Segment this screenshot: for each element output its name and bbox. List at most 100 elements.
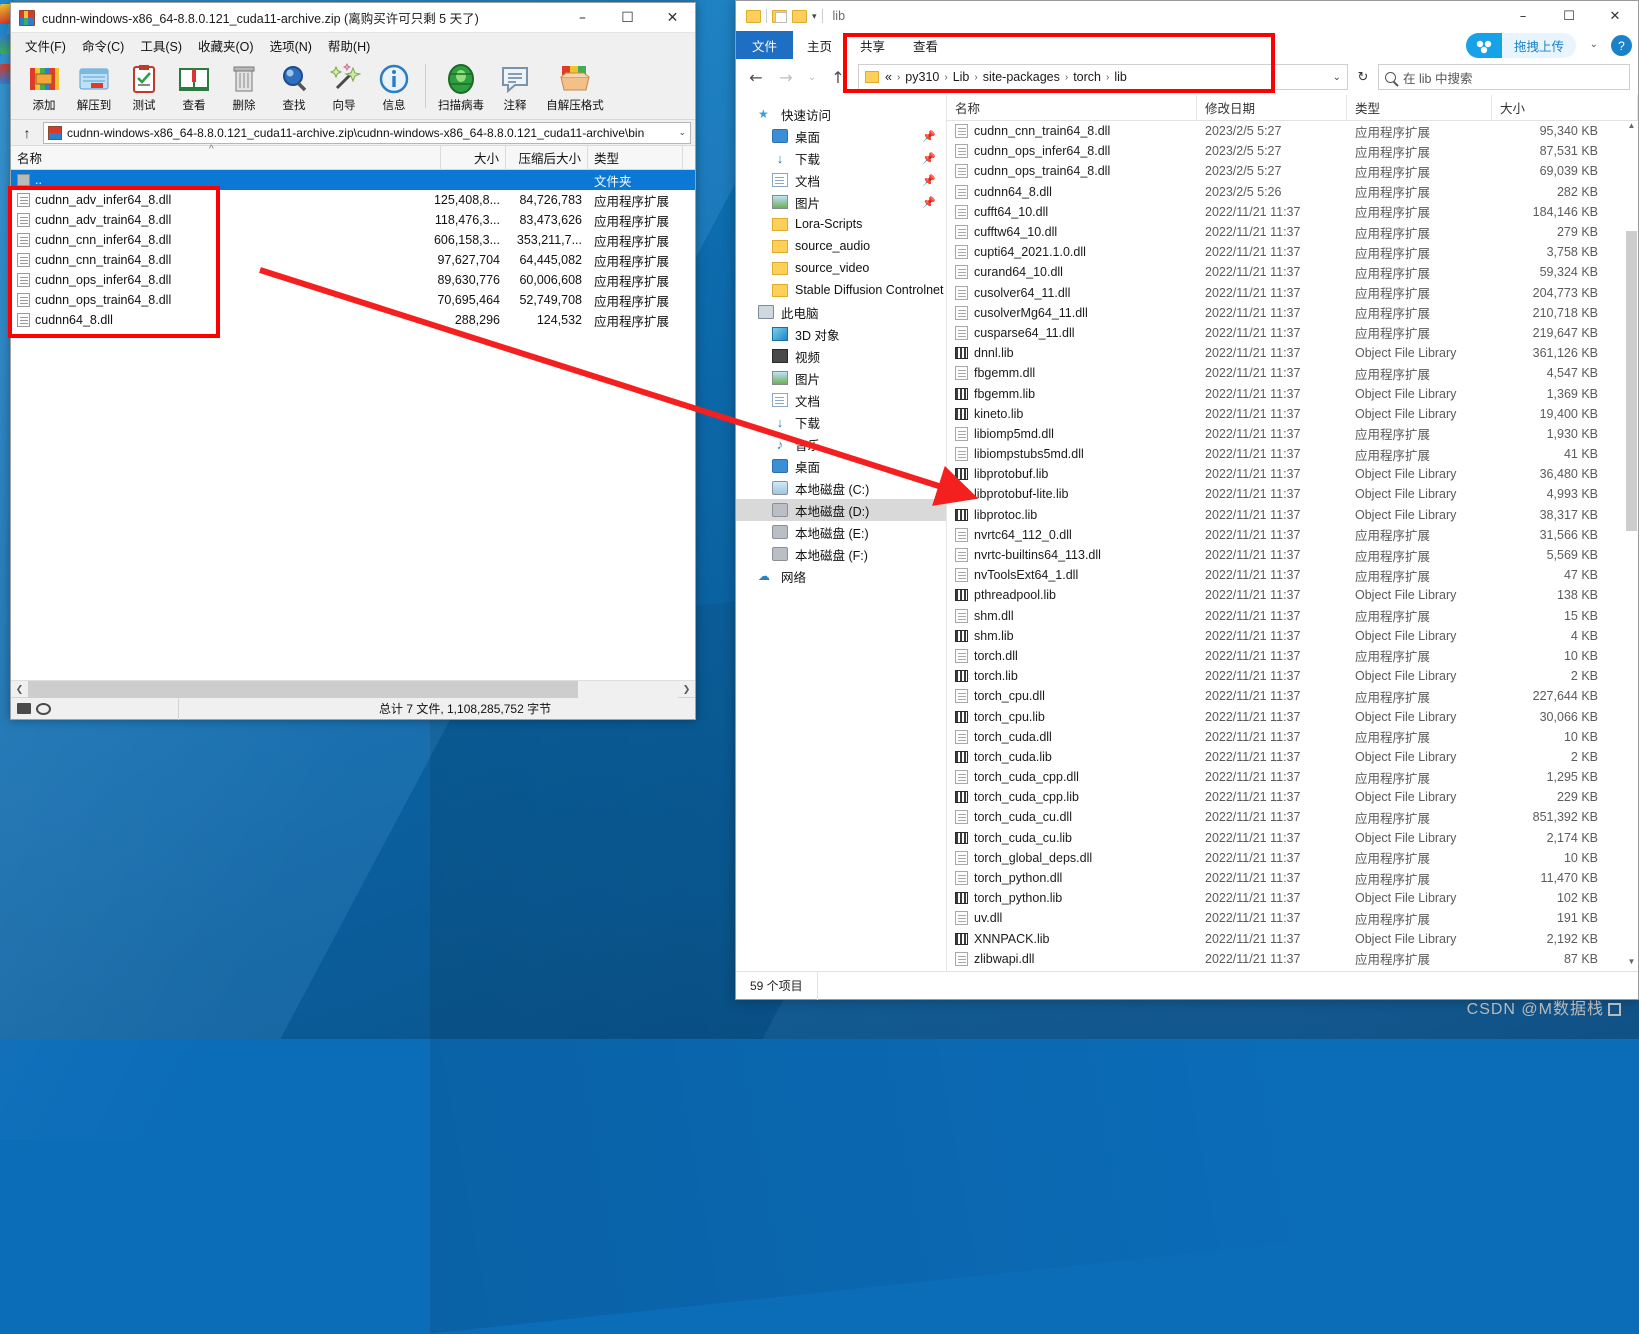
back-button[interactable]: ←	[742, 63, 770, 91]
table-row[interactable]: torch_cpu.dll 2022/11/21 11:37 应用程序扩展 227,6…	[947, 686, 1638, 706]
tab-home[interactable]: 主页	[793, 31, 846, 59]
sidebar-item-5[interactable]: Lora-Scripts	[736, 213, 946, 235]
explorer-file-list[interactable]: cudnn_cnn_train64_8.dll 2023/2/5 5:27 应用程序…	[947, 121, 1638, 971]
winrar-path-bar[interactable]: ↑ cudnn-windows-x86_64-8.8.0.121_cuda11-…	[11, 120, 695, 146]
menu-item-options[interactable]: 选项(N)	[262, 33, 320, 58]
tab-file[interactable]: 文件	[736, 31, 794, 59]
recent-locations-icon[interactable]: ⌄	[802, 63, 822, 91]
breadcrumb-part-2[interactable]: site-packages	[983, 70, 1060, 84]
table-row[interactable]: cufftw64_10.dll 2022/11/21 11:37 应用程序扩展 279…	[947, 222, 1638, 242]
table-row[interactable]: curand64_10.dll 2022/11/21 11:37 应用程序扩展 59,…	[947, 262, 1638, 282]
sidebar-item-1[interactable]: 桌面 📌	[736, 125, 946, 147]
sidebar-item-0[interactable]: ★ 快速访问	[736, 103, 946, 125]
winrar-horizontal-scrollbar[interactable]: ❮ ❯	[11, 680, 695, 698]
toolbar-info-button[interactable]: 信息	[369, 60, 419, 113]
table-row[interactable]: cufft64_10.dll 2022/11/21 11:37 应用程序扩展 184,…	[947, 202, 1638, 222]
folder-icon[interactable]	[746, 9, 761, 23]
column-header-type[interactable]: 类型	[1347, 94, 1492, 121]
table-row[interactable]: pthreadpool.lib 2022/11/21 11:37 Object Fi…	[947, 585, 1638, 605]
winrar-close-button[interactable]: ✕	[650, 3, 695, 33]
pin-icon[interactable]: 📌	[922, 174, 936, 187]
pin-icon[interactable]: 📌	[922, 196, 936, 209]
toolbar-virus-scan-button[interactable]: 扫描病毒	[432, 60, 490, 113]
winrar-file-list[interactable]: .. 文件夹 cudnn_adv_infer64_8.dll 125,408,8...…	[11, 170, 695, 680]
winrar-window[interactable]: cudnn-windows-x86_64-8.8.0.121_cuda11-ar…	[10, 2, 696, 720]
winrar-path-input[interactable]: cudnn-windows-x86_64-8.8.0.121_cuda11-ar…	[43, 121, 691, 144]
winrar-toolbar[interactable]: 添加 解压到 测试 查看 删除 查找 向导 信息 扫描病毒 注释 自解压格式	[11, 58, 695, 120]
menu-item-help[interactable]: 帮助(H)	[320, 33, 378, 58]
table-row[interactable]: torch_cuda.dll 2022/11/21 11:37 应用程序扩展 10 K…	[947, 727, 1638, 747]
toolbar-wizard-button[interactable]: 向导	[319, 60, 369, 113]
table-row[interactable]: cudnn_cnn_train64_8.dll 2023/2/5 5:27 应用程序…	[947, 121, 1638, 141]
table-row[interactable]: nvrtc-builtins64_113.dll 2022/11/21 11:37…	[947, 545, 1638, 565]
ribbon-chevron-icon[interactable]: ⌄	[1590, 39, 1598, 50]
toolbar-add-button[interactable]: 添加	[19, 60, 69, 113]
chevron-down-icon[interactable]: ▾	[812, 11, 817, 22]
explorer-column-headers[interactable]: 名称 修改日期 类型 大小	[947, 94, 1638, 121]
table-row[interactable]: cudnn64_8.dll 288,296 124,532 应用程序扩展	[11, 310, 695, 330]
table-row[interactable]: shm.dll 2022/11/21 11:37 应用程序扩展 15 KB	[947, 606, 1638, 626]
table-row[interactable]: cudnn_ops_train64_8.dll 2023/2/5 5:27 应用程序…	[947, 161, 1638, 181]
column-header-type[interactable]: 类型	[588, 145, 683, 170]
table-row[interactable]: nvrtc64_112_0.dll 2022/11/21 11:37 应用程序扩展 3…	[947, 525, 1638, 545]
toolbar-delete-button[interactable]: 删除	[219, 60, 269, 113]
sidebar-item-15[interactable]: ♪ 音乐	[736, 433, 946, 455]
breadcrumb-part-1[interactable]: Lib	[953, 70, 970, 84]
new-folder-icon[interactable]	[792, 9, 807, 23]
sidebar-item-14[interactable]: ↓ 下载	[736, 411, 946, 433]
table-row[interactable]: .. 文件夹	[11, 170, 695, 190]
toolbar-comment-button[interactable]: 注释	[490, 60, 540, 113]
table-row[interactable]: libprotoc.lib 2022/11/21 11:37 Object File…	[947, 505, 1638, 525]
help-icon[interactable]: ?	[1611, 35, 1632, 56]
explorer-ribbon-tabs[interactable]: 文件 主页 共享 查看 拖拽上传 ⌄ ?	[736, 31, 1638, 59]
table-row[interactable]: cudnn_adv_infer64_8.dll 125,408,8... 84,72…	[11, 190, 695, 210]
sidebar-item-11[interactable]: 视频	[736, 345, 946, 367]
scroll-thumb[interactable]	[28, 680, 578, 698]
pin-icon[interactable]: 📌	[922, 130, 936, 143]
table-row[interactable]: libiompstubs5md.dll 2022/11/21 11:37 应用程序扩…	[947, 444, 1638, 464]
column-header-date[interactable]: 修改日期	[1197, 94, 1347, 121]
up-arrow-icon[interactable]: ↑	[15, 122, 39, 144]
up-button[interactable]: ↑	[824, 63, 852, 91]
table-row[interactable]: cudnn_ops_infer64_8.dll 2023/2/5 5:27 应用程序…	[947, 141, 1638, 161]
table-row[interactable]: fbgemm.lib 2022/11/21 11:37 Object File Li…	[947, 383, 1638, 403]
table-row[interactable]: cusolver64_11.dll 2022/11/21 11:37 应用程序扩展 2…	[947, 283, 1638, 303]
winrar-column-headers[interactable]: 名称 大小 压缩后大小 类型 ^	[11, 144, 695, 170]
sidebar-item-21[interactable]: ☁ 网络	[736, 565, 946, 587]
table-row[interactable]: cudnn_ops_train64_8.dll 70,695,464 52,749,…	[11, 290, 695, 310]
table-row[interactable]: cusolverMg64_11.dll 2022/11/21 11:37 应用程序扩…	[947, 303, 1638, 323]
sidebar-item-4[interactable]: 图片 📌	[736, 191, 946, 213]
sidebar-item-8[interactable]: Stable Diffusion Controlnet	[736, 279, 946, 301]
toolbar-test-button[interactable]: 测试	[119, 60, 169, 113]
scroll-left-icon[interactable]: ❮	[11, 684, 28, 695]
table-row[interactable]: torch.lib 2022/11/21 11:37 Object File Lib…	[947, 666, 1638, 686]
menu-item-favorites[interactable]: 收藏夹(O)	[190, 33, 262, 58]
table-row[interactable]: cudnn_adv_train64_8.dll 118,476,3... 83,47…	[11, 210, 695, 230]
sidebar-item-13[interactable]: 文档	[736, 389, 946, 411]
file-explorer-window[interactable]: ▾ lib – ☐ ✕ 文件 主页 共享 查看 拖拽上传 ⌄ ? ← → ⌄ ↑…	[735, 0, 1639, 1000]
tab-share[interactable]: 共享	[846, 31, 899, 59]
table-row[interactable]: shm.lib 2022/11/21 11:37 Object File Libra…	[947, 626, 1638, 646]
menu-item-commands[interactable]: 命令(C)	[74, 33, 132, 58]
table-row[interactable]: cudnn64_8.dll 2023/2/5 5:26 应用程序扩展 282 KB	[947, 182, 1638, 202]
pin-icon[interactable]: 📌	[922, 152, 936, 165]
column-header-name[interactable]: 名称	[947, 94, 1197, 121]
menu-item-file[interactable]: 文件(F)	[17, 33, 74, 58]
menu-item-tools[interactable]: 工具(S)	[132, 33, 190, 58]
refresh-icon[interactable]: ↻	[1350, 64, 1376, 90]
table-row[interactable]: cudnn_ops_infer64_8.dll 89,630,776 60,006,…	[11, 270, 695, 290]
tab-view[interactable]: 查看	[899, 31, 952, 59]
sidebar-item-17[interactable]: 本地磁盘 (C:)	[736, 477, 946, 499]
scroll-down-icon[interactable]: ▼	[1625, 957, 1638, 971]
sidebar-item-2[interactable]: ↓ 下载 📌	[736, 147, 946, 169]
sidebar-item-12[interactable]: 图片	[736, 367, 946, 389]
table-row[interactable]: cusparse64_11.dll 2022/11/21 11:37 应用程序扩展 2…	[947, 323, 1638, 343]
table-row[interactable]: uv.dll 2022/11/21 11:37 应用程序扩展 191 KB	[947, 908, 1638, 928]
breadcrumb[interactable]: « › py310 › Lib › site-packages › torch …	[858, 64, 1348, 90]
table-row[interactable]: kineto.lib 2022/11/21 11:37 Object File Li…	[947, 404, 1638, 424]
sidebar-item-20[interactable]: 本地磁盘 (F:)	[736, 543, 946, 565]
toolbar-find-button[interactable]: 查找	[269, 60, 319, 113]
forward-button[interactable]: →	[772, 63, 800, 91]
winrar-minimize-button[interactable]: –	[560, 3, 605, 33]
winrar-window-controls[interactable]: – ☐ ✕	[560, 3, 695, 33]
